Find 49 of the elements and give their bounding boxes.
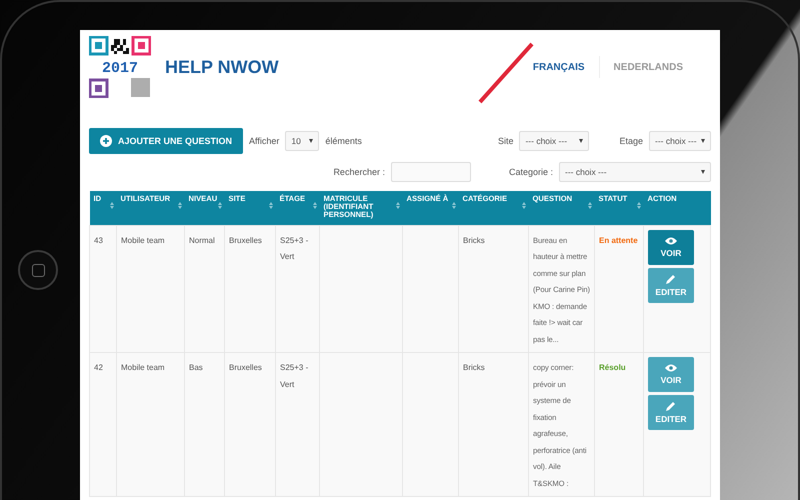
- show-label: Afficher: [249, 136, 280, 146]
- table-cell: 42: [94, 363, 103, 372]
- show-suffix: éléments: [325, 136, 362, 146]
- sort-icon: [312, 202, 316, 209]
- edit-button[interactable]: EDITER: [648, 395, 694, 430]
- table-cell: Bricks: [463, 363, 485, 372]
- category-label: Categorie :: [508, 167, 553, 177]
- status-text: En attente: [599, 236, 638, 245]
- add-question-button[interactable]: AJOUTER UNE QUESTION: [89, 128, 244, 154]
- site-select[interactable]: --- choix ---: [519, 131, 590, 151]
- sort-icon: [268, 202, 272, 209]
- sort-icon: [452, 202, 456, 209]
- sort-icon: [110, 202, 114, 209]
- page-size-select[interactable]: 10: [285, 131, 320, 151]
- view-button[interactable]: VOIR: [648, 357, 694, 392]
- site-title: HELP NWOW: [165, 56, 279, 78]
- eye-icon: [665, 236, 677, 245]
- table-cell: Bas: [189, 363, 203, 372]
- sort-icon: [218, 202, 222, 209]
- table-cell: Bruxelles: [229, 363, 262, 372]
- eye-icon: [665, 364, 677, 372]
- table-cell: S25+3 - Vert: [280, 236, 308, 262]
- category-select[interactable]: --- choix ---: [559, 162, 711, 182]
- search-field[interactable]: [390, 162, 471, 182]
- floor-label: Etage: [619, 136, 643, 146]
- edit-button[interactable]: EDITER: [648, 268, 694, 303]
- site-label: Site: [498, 136, 514, 146]
- view-button[interactable]: VOIR: [648, 230, 694, 265]
- table-cell: Normal: [189, 236, 215, 245]
- table-cell: Bricks: [463, 236, 485, 245]
- table-cell: Mobile team: [121, 363, 165, 372]
- pencil-icon: [666, 401, 676, 412]
- search-label: Rechercher :: [333, 167, 385, 177]
- sort-icon: [588, 202, 592, 209]
- sort-icon: [522, 202, 526, 209]
- sort-icon: [396, 202, 400, 209]
- language-tab[interactable]: NEDERLANDS: [600, 58, 697, 76]
- table-cell: Mobile team: [121, 236, 165, 245]
- home-button[interactable]: [18, 250, 58, 290]
- sort-icon: [178, 202, 182, 209]
- table-cell: Bruxelles: [229, 236, 262, 245]
- table-cell: S25+3 - Vert: [280, 363, 308, 389]
- table-cell: 43: [94, 236, 103, 245]
- language-tab[interactable]: FRANÇAIS: [518, 58, 599, 76]
- plus-icon: [100, 135, 112, 147]
- sort-icon: [636, 202, 640, 209]
- floor-select[interactable]: --- choix ---: [649, 131, 711, 151]
- status-text: Résolu: [599, 363, 626, 372]
- pencil-icon: [666, 274, 676, 284]
